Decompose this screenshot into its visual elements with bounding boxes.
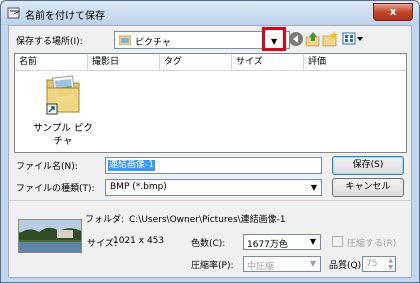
column-rating[interactable]: 評価 [304,54,406,71]
list-item[interactable]: サンプル ピクチャ [29,74,97,148]
filetype-label: ファイルの種類(T): [16,184,95,194]
list-item-label: サンプル ピクチャ [33,123,93,147]
divider [9,200,411,201]
chevron-down-icon: ▼ [309,259,316,268]
new-folder-icon[interactable] [322,31,338,47]
file-list[interactable]: 名前 撮影日 タグ サイズ 評価 サンプル ピクチャ [14,53,407,153]
chevron-down-icon: ▼ [271,37,278,46]
filename-input[interactable]: 連結画像-1 [105,157,322,174]
column-date-taken[interactable]: 撮影日 [88,54,160,71]
filetype-value: BMP (*.bmp) [110,182,167,192]
spinner-arrows-icon[interactable]: ▲ ▼ [388,257,393,271]
up-folder-icon[interactable] [305,31,321,47]
chevron-down-icon: ▼ [310,183,317,192]
dialog-body: 保存する場所(I): ピクチャ ▼ 名前 撮影日 タグ サイズ 評価 サンプル … [8,25,412,278]
compress-checkbox[interactable] [332,236,343,247]
column-name[interactable]: 名前 [15,54,88,71]
chevron-down-icon: ▼ [309,237,316,246]
folder-shortcut-icon [45,74,81,116]
location-value: ピクチャ [135,38,171,48]
filename-label: ファイル名(N): [16,162,78,172]
quality-label: 品質(Q): [329,261,365,271]
filename-value: 連結画像-1 [108,160,155,171]
quality-spinner[interactable]: 75 ▲ ▼ [362,256,396,272]
dialog-title: 名前を付けて保存 [25,11,105,22]
close-button[interactable]: x [373,3,413,21]
colors-select[interactable]: 1677万色 ▼ [243,234,321,250]
save-button[interactable]: 保存(S) [332,156,404,175]
dialog-icon [7,7,20,19]
column-size[interactable]: サイズ [232,54,304,71]
image-preview [18,219,82,253]
pictures-folder-icon [119,35,131,45]
size-value: 1021 x 453 [113,236,165,246]
filetype-select[interactable]: BMP (*.bmp) ▼ [105,179,322,196]
back-icon[interactable] [288,31,304,47]
title-bar: 名前を付けて保存 x [1,1,419,25]
save-as-dialog: 名前を付けて保存 x 保存する場所(I): ピクチャ ▼ 名前 撮影日 タグ サ… [0,0,420,283]
ratio-label: 圧縮率(P): [191,261,234,271]
quality-value: 75 [366,259,378,269]
column-tags[interactable]: タグ [160,54,232,71]
ratio-value: 中圧縮 [247,262,275,272]
colors-value: 1677万色 [247,240,288,250]
cancel-button[interactable]: キャンセル [332,178,404,197]
colors-label: 色数(C): [191,239,226,249]
folder-label: フォルダ: [85,215,125,225]
view-menu-icon[interactable] [342,31,364,47]
location-dropdown-button[interactable]: ▼ [262,27,286,51]
ratio-select[interactable]: 中圧縮 ▼ [243,256,321,272]
folder-path: C:\Users\Owner\Pictures\連結画像-1 [129,215,286,225]
location-label: 保存する場所(I): [16,37,83,47]
compress-label: 圧縮する(R) [347,239,397,249]
